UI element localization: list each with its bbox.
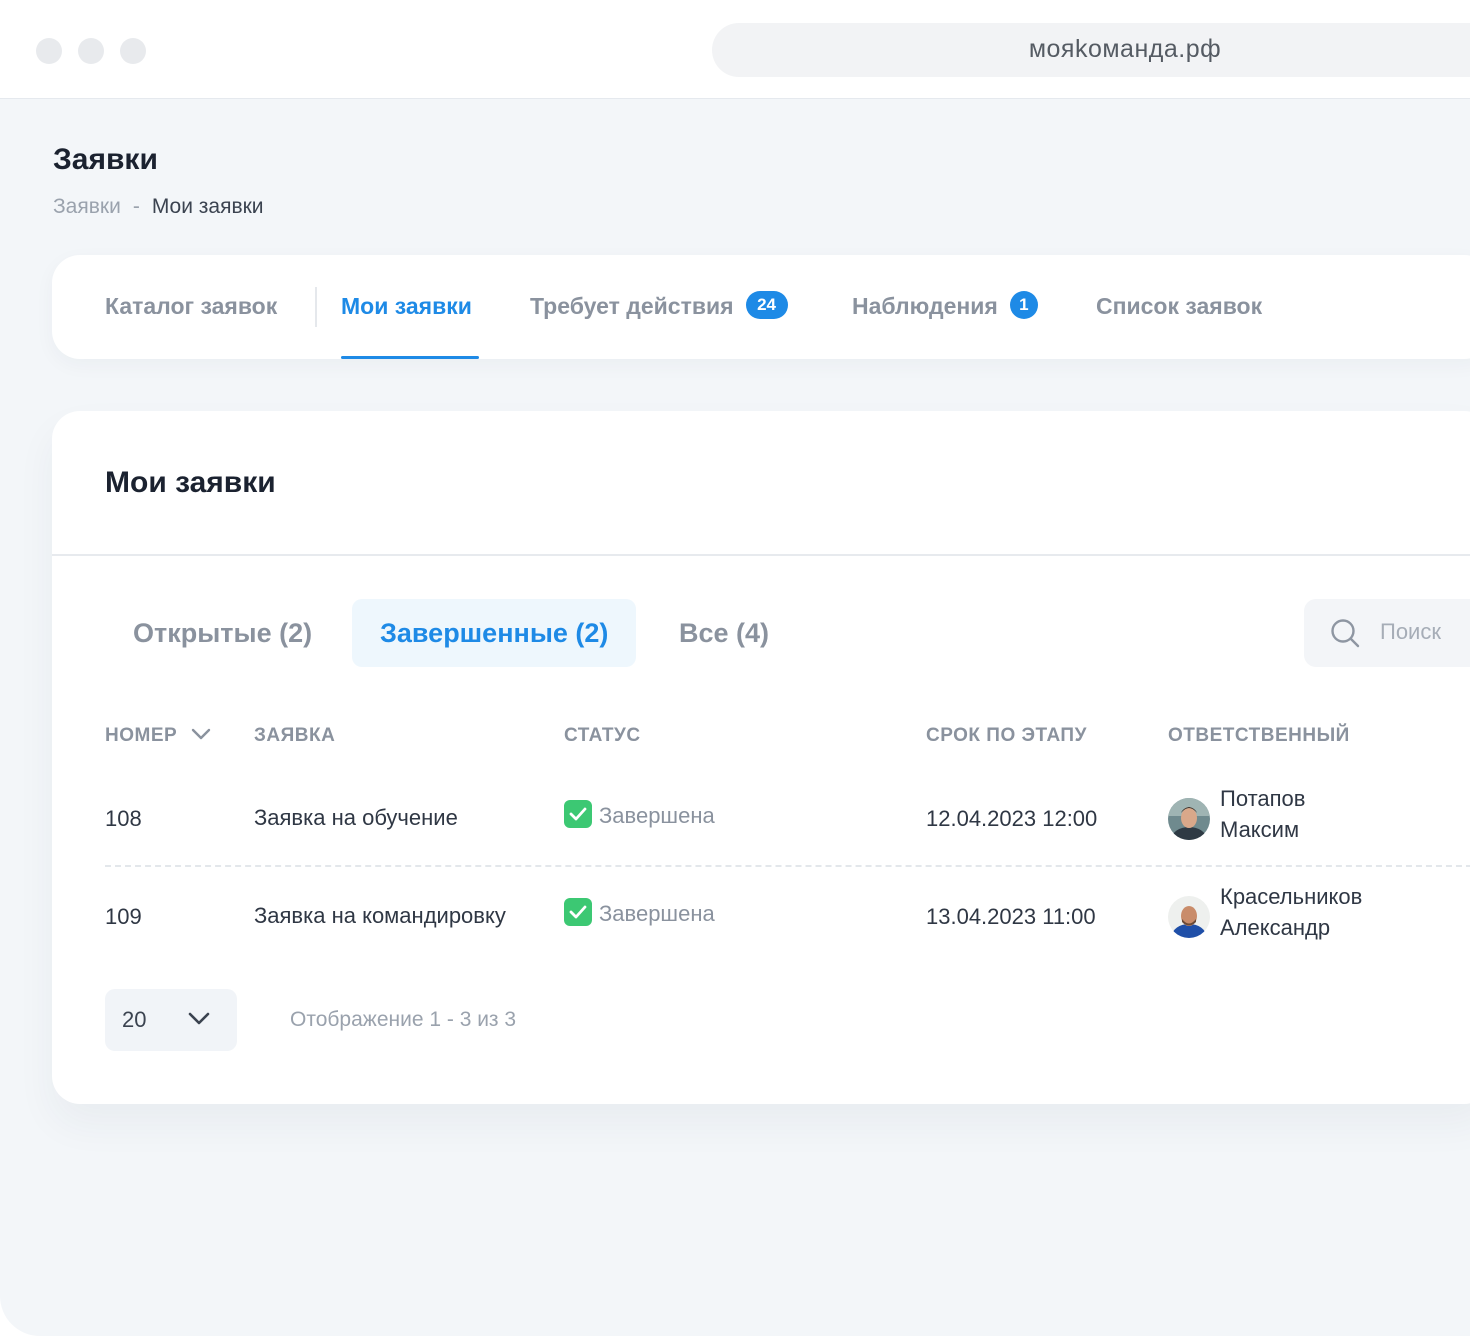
per-page-value: 20	[122, 1007, 147, 1032]
page-title: Заявки	[53, 143, 158, 176]
check-icon	[564, 800, 592, 829]
tab-my-requests[interactable]: Мои заявки	[341, 293, 472, 320]
window-minimize-dot[interactable]	[78, 38, 104, 64]
browser-window: мояkоманда.рф Заявки Заявки - Мои заявки К…	[0, 0, 1470, 1336]
active-tab-indicator	[341, 356, 479, 359]
filter-completed[interactable]: Завершенные (2)	[352, 599, 637, 667]
address-bar[interactable]: мояkоманда.рф	[712, 23, 1470, 77]
tab-observations[interactable]: Наблюдения 1	[852, 290, 1038, 322]
avatar	[1168, 896, 1210, 938]
pagination-info: Отображение 1 - 3 из 3	[290, 1008, 517, 1031]
row-responsible: Красельников Александр	[1220, 881, 1362, 943]
address-url: мояkоманда.рф	[1028, 35, 1222, 63]
row-number: 108	[105, 806, 142, 831]
avatar	[1168, 798, 1210, 840]
row-status-label: Завершена	[599, 803, 715, 828]
per-page-select[interactable]: 20	[105, 989, 237, 1051]
search-placeholder: Поиск	[1380, 619, 1441, 644]
search-icon	[1331, 619, 1360, 648]
card-title: Мои заявки	[105, 466, 276, 499]
row-status-label: Завершена	[599, 901, 715, 926]
responsible-surname: Красельников	[1220, 884, 1363, 909]
tab-observations-label: Наблюдения	[852, 293, 998, 319]
filter-open[interactable]: Открытые (2)	[105, 599, 340, 667]
card-divider	[52, 554, 1470, 556]
tab-catalog[interactable]: Каталог заявок	[105, 293, 277, 320]
tab-request-list[interactable]: Список заявок	[1096, 293, 1262, 320]
requests-card: Мои заявки Открытые (2) Завершенные (2) …	[52, 411, 1470, 1104]
search-input[interactable]: Поиск	[1304, 599, 1470, 667]
row-request-name[interactable]: Заявка на командировку	[254, 903, 506, 929]
responsible-name: Максим	[1220, 817, 1300, 842]
chevron-down-icon	[188, 1012, 210, 1025]
breadcrumb: Заявки - Мои заявки	[53, 195, 264, 219]
window-maximize-dot[interactable]	[120, 38, 146, 64]
column-header-number[interactable]: НОМЕР	[105, 725, 211, 747]
row-responsible: Потапов Максим	[1220, 783, 1305, 845]
column-header-status: СТАТУС	[564, 725, 641, 746]
column-header-deadline: СРОК ПО ЭТАПУ	[926, 725, 1087, 746]
row-deadline: 13.04.2023 11:00	[926, 904, 1096, 929]
tab-divider	[315, 287, 317, 327]
tab-requires-action[interactable]: Требует действия 24	[530, 290, 788, 322]
row-request-name[interactable]: Заявка на обучение	[254, 805, 458, 831]
responsible-surname: Потапов	[1220, 786, 1306, 811]
window-close-dot[interactable]	[36, 38, 62, 64]
column-header-responsible: ОТВЕТСТВЕННЫЙ	[1168, 725, 1350, 746]
table-row[interactable]: 108 Заявка на обучение Завершена 12.04.2…	[105, 783, 1470, 867]
observations-count-badge: 1	[1009, 290, 1038, 319]
breadcrumb-separator: -	[132, 195, 140, 218]
table-row[interactable]: 109 Заявка на командировку Завершена 13.…	[105, 881, 1470, 965]
row-status: Завершена	[564, 800, 715, 831]
row-number: 109	[105, 904, 142, 929]
section-tabs: Каталог заявок Мои заявки Требует действ…	[52, 255, 1470, 359]
row-status: Завершена	[564, 898, 715, 929]
browser-titlebar: мояkоманда.рф	[0, 0, 1470, 99]
breadcrumb-current: Мои заявки	[151, 195, 264, 218]
row-deadline: 12.04.2023 12:00	[926, 806, 1098, 831]
requires-action-count-badge: 24	[745, 290, 788, 319]
breadcrumb-link-requests[interactable]: Заявки	[53, 195, 121, 218]
filter-all[interactable]: Все (4)	[651, 599, 797, 667]
tab-requires-action-label: Требует действия	[530, 293, 734, 319]
check-icon	[564, 898, 592, 927]
responsible-name: Александр	[1220, 915, 1331, 940]
column-header-number-label: НОМЕР	[105, 725, 178, 746]
sort-chevron-down-icon[interactable]	[191, 728, 211, 740]
column-header-request: ЗАЯВКА	[254, 725, 336, 746]
